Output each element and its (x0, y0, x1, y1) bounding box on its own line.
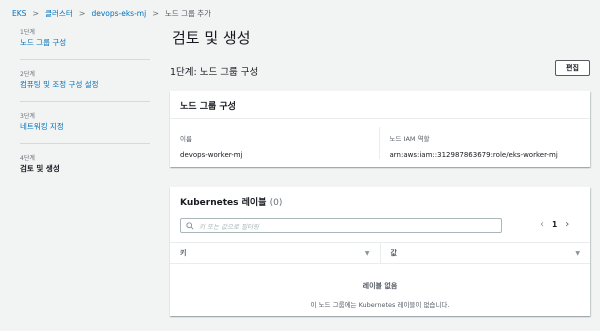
section-title: 1단계: 노드 그룹 구성 (170, 67, 259, 78)
breadcrumb-eks[interactable]: EKS (12, 9, 26, 18)
labels-title: Kubernetes 레이블 (180, 198, 267, 208)
step-link-compute-scaling[interactable]: 컴퓨팅 및 조정 구성 설정 (20, 79, 150, 91)
page-number[interactable]: 1 (552, 220, 557, 229)
breadcrumb: EKS > 클러스터 > devops-eks-mj > 노드 그룹 추가 (12, 6, 211, 20)
breadcrumb-clusters[interactable]: 클러스터 (45, 8, 73, 19)
card-title: 노드 그룹 구성 (170, 91, 590, 119)
step-3: 3단계 네트워킹 지정 (20, 112, 150, 144)
column-key-label: 키 (180, 249, 187, 257)
chevron-left-icon[interactable]: ‹ (540, 219, 544, 230)
filter-input[interactable]: 키 또는 값으로 필터링 (180, 218, 502, 233)
kubernetes-labels-card: Kubernetes 레이블 (0) 키 또는 값으로 필터링 ‹ 1 › 키 … (170, 187, 590, 316)
step-link-configure-node-group[interactable]: 노드 그룹 구성 (20, 37, 150, 49)
step-1: 1단계 노드 그룹 구성 (20, 28, 150, 60)
chevron-right-icon: > (152, 8, 159, 18)
empty-description: 이 노드 그룹에는 Kubernetes 레이블이 없습니다. (310, 301, 450, 309)
empty-title: 레이블 없음 (362, 282, 398, 290)
pagination: ‹ 1 › (540, 219, 569, 230)
edit-button[interactable]: 편집 (555, 60, 590, 76)
step-link-networking[interactable]: 네트워킹 지정 (20, 121, 150, 133)
step-number: 1단계 (20, 29, 35, 36)
table-header: 키 ▼ 값 ▼ (170, 242, 590, 264)
node-group-config-card: 노드 그룹 구성 이름 devops-worker-mj 노드 IAM 역할 a… (170, 91, 590, 167)
step-number: 2단계 (20, 71, 35, 78)
sort-down-icon: ▼ (575, 249, 580, 257)
name-value: devops-worker-mj (180, 151, 243, 159)
step-2: 2단계 컴퓨팅 및 조정 구성 설정 (20, 70, 150, 102)
breadcrumb-current: 노드 그룹 추가 (164, 8, 212, 18)
column-value-label: 값 (390, 249, 397, 257)
name-label: 이름 (180, 135, 192, 143)
column-header-key[interactable]: 키 ▼ (170, 243, 381, 263)
filter-placeholder: 키 또는 값으로 필터링 (199, 222, 260, 231)
chevron-right-icon[interactable]: › (565, 219, 569, 230)
iam-role-field: 노드 IAM 역할 arn:aws:iam::312987863679:role… (378, 127, 581, 159)
empty-state: 레이블 없음 이 노드 그룹에는 Kubernetes 레이블이 없습니다. (170, 281, 590, 309)
sort-down-icon: ▼ (364, 249, 370, 257)
iam-role-label: 노드 IAM 역할 (389, 135, 430, 143)
name-field: 이름 devops-worker-mj (180, 127, 371, 159)
step-current-review: 검토 및 생성 (20, 164, 60, 173)
iam-role-value: arn:aws:iam::312987863679:role/eks-worke… (389, 151, 558, 159)
step-number: 3단계 (20, 113, 35, 120)
chevron-right-icon: > (78, 8, 86, 18)
column-header-value[interactable]: 값 ▼ (381, 243, 591, 263)
breadcrumb-cluster[interactable]: devops-eks-mj (91, 9, 146, 18)
step-number: 4단계 (20, 155, 35, 162)
step-4: 4단계 검토 및 생성 (20, 154, 150, 175)
card-title: Kubernetes 레이블 (0) (170, 187, 590, 208)
wizard-steps: 1단계 노드 그룹 구성 2단계 컴퓨팅 및 조정 구성 설정 3단계 네트워킹… (20, 28, 150, 193)
labels-count: (0) (269, 198, 283, 208)
chevron-right-icon: > (32, 8, 40, 18)
search-icon (186, 221, 194, 230)
page-title: 검토 및 생성 (172, 29, 251, 47)
